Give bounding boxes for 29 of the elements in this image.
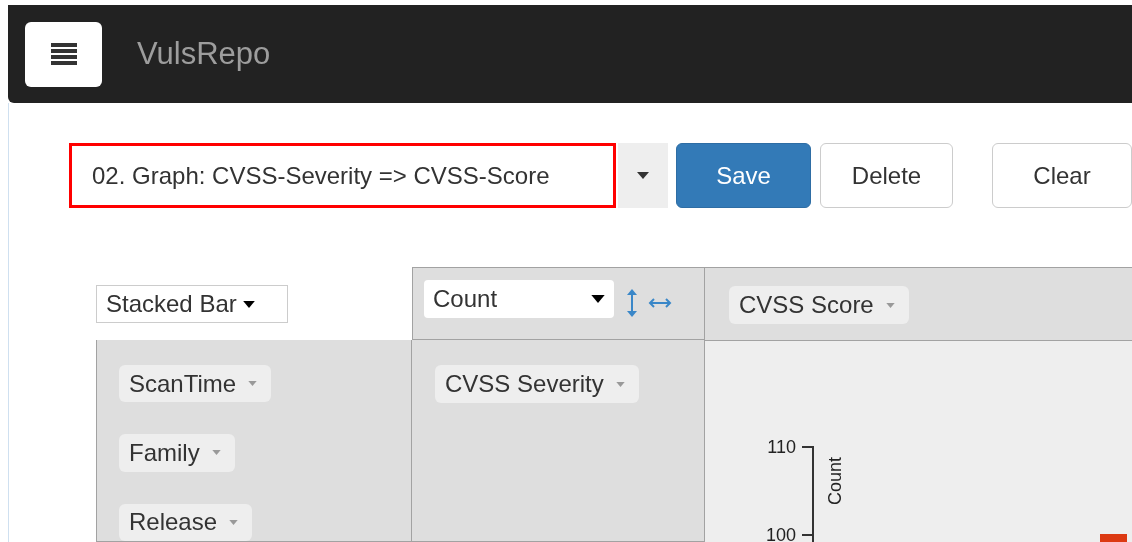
menu-button[interactable] xyxy=(25,21,102,87)
caret-icon xyxy=(591,295,605,303)
caret-icon xyxy=(211,450,221,456)
renderer-select[interactable]: Stacked Bar xyxy=(96,285,288,323)
caret-icon xyxy=(615,381,625,387)
vertical-arrows-icon[interactable] xyxy=(626,289,638,317)
axis-tick-label: 100 xyxy=(764,524,796,542)
caret-icon xyxy=(248,381,258,387)
renderer-label: Stacked Bar xyxy=(106,289,237,319)
delete-button[interactable]: Delete xyxy=(820,143,953,208)
horizontal-arrows-icon[interactable] xyxy=(648,297,672,309)
menu-icon xyxy=(50,43,77,65)
app-title: VulsRepo xyxy=(137,34,271,73)
attribute-pill[interactable]: CVSS Score xyxy=(729,286,909,324)
attribute-pill[interactable]: CVSS Severity xyxy=(435,365,639,403)
aggregator-label: Count xyxy=(433,284,498,314)
preset-select[interactable]: 02. Graph: CVSS-Severity => CVSS-Score xyxy=(69,143,617,208)
caret-icon xyxy=(885,302,895,308)
caret-icon xyxy=(637,172,650,179)
clear-button[interactable]: Clear xyxy=(992,143,1132,208)
save-button[interactable]: Save xyxy=(676,143,811,208)
caret-icon xyxy=(242,300,255,308)
caret-icon xyxy=(229,519,239,525)
attribute-pill[interactable]: Family xyxy=(119,434,235,472)
attribute-pill[interactable]: Release xyxy=(119,503,253,541)
axis-tick-label: 110 xyxy=(766,436,796,458)
attribute-pill[interactable]: ScanTime xyxy=(119,365,272,403)
axis-title: Count xyxy=(825,456,845,508)
aggregator-select[interactable]: Count xyxy=(424,280,614,318)
